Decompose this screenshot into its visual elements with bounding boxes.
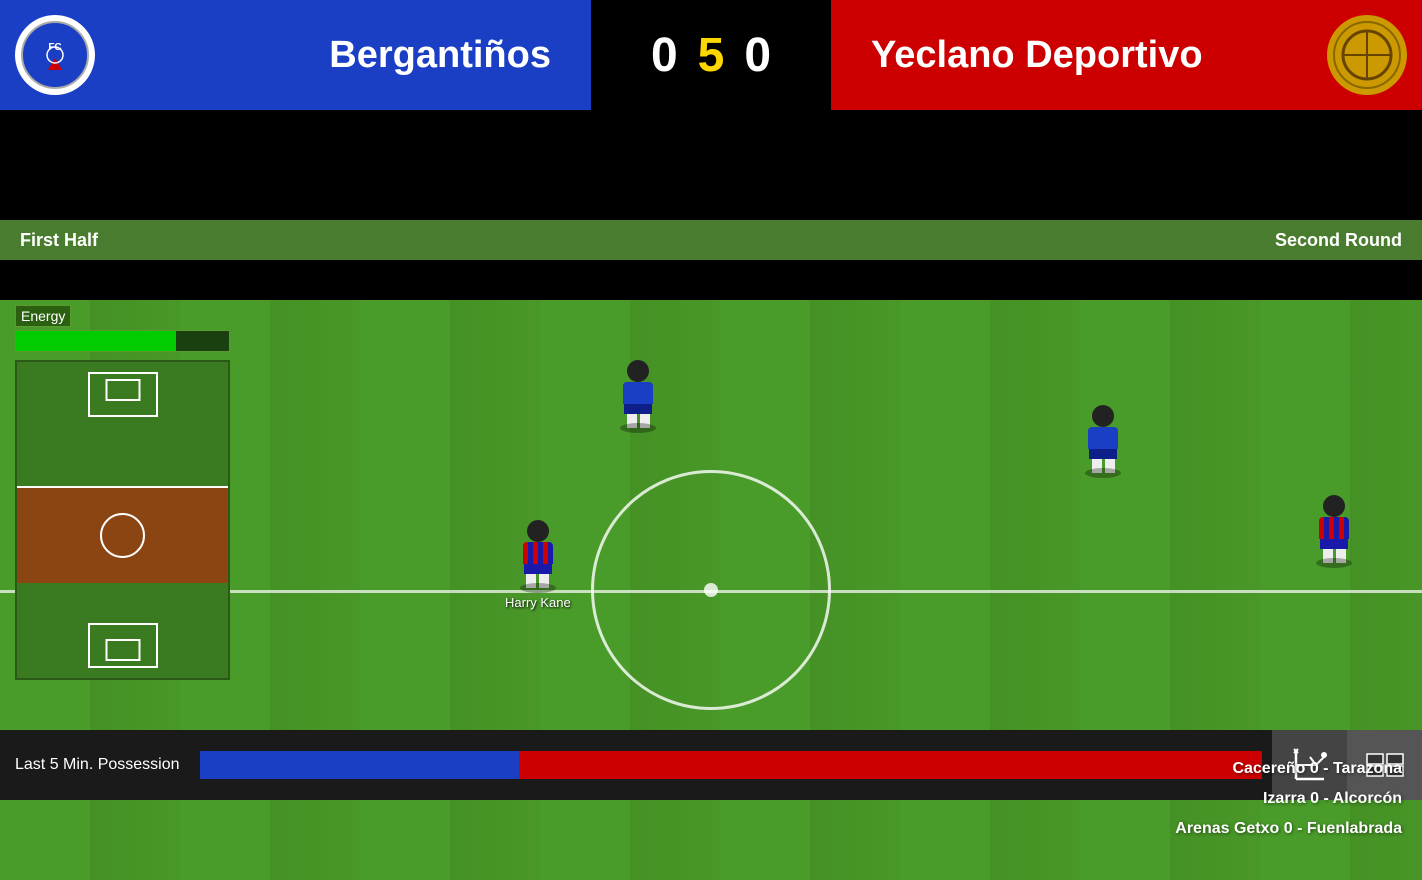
player-name-tag: Harry Kane xyxy=(505,595,571,610)
player-shadow-1 xyxy=(620,423,656,433)
minimap-goal-inner-bot xyxy=(105,639,140,661)
minimap-bot xyxy=(17,583,228,678)
other-match-3: Arenas Getxo 0 - Fuenlabrada xyxy=(1175,820,1402,838)
team-left-name: Bergantiños xyxy=(229,34,551,77)
player-shadow-3 xyxy=(520,583,556,593)
minimap xyxy=(15,360,230,680)
energy-label: Energy xyxy=(15,305,71,327)
energy-bar-bg xyxy=(15,330,230,352)
other-matches-panel: Cacereño 0 - Tarazona Izarra 0 - Alcorcó… xyxy=(1175,760,1402,850)
team-right-logo xyxy=(1327,15,1407,95)
team-left-logo: FC xyxy=(15,15,95,95)
game-round: Second Round xyxy=(1275,230,1402,251)
energy-panel: Energy xyxy=(15,305,230,352)
player-red-1: Harry Kane xyxy=(505,520,571,610)
possession-label: Last 5 Min. Possession xyxy=(15,756,200,774)
minimap-mid xyxy=(17,488,228,583)
minimap-goal-top xyxy=(88,372,158,417)
player-shadow-2 xyxy=(1085,468,1121,478)
other-match-2: Izarra 0 - Alcorcón xyxy=(1175,790,1402,808)
possession-bar xyxy=(200,751,1262,779)
score-separator: 5 xyxy=(698,28,725,83)
minimap-top xyxy=(17,362,228,488)
center-dot xyxy=(704,583,718,597)
minimap-goal-inner-top xyxy=(105,379,140,401)
score-left: 0 xyxy=(651,28,678,83)
game-period: First Half xyxy=(20,230,98,251)
energy-bar-fill xyxy=(16,331,176,351)
possession-blue-bar xyxy=(200,751,519,779)
player-red-2 xyxy=(1316,495,1352,568)
score-right: 0 xyxy=(744,28,771,83)
player-blue-1 xyxy=(620,360,656,433)
player-blue-2 xyxy=(1085,405,1121,478)
minimap-center-circle xyxy=(100,513,145,558)
team-right-name: Yeclano Deportivo xyxy=(871,34,1203,77)
minimap-goal-bot xyxy=(88,623,158,668)
player-shadow-4 xyxy=(1316,558,1352,568)
possession-red-bar xyxy=(519,751,1262,779)
other-match-1: Cacereño 0 - Tarazona xyxy=(1175,760,1402,778)
